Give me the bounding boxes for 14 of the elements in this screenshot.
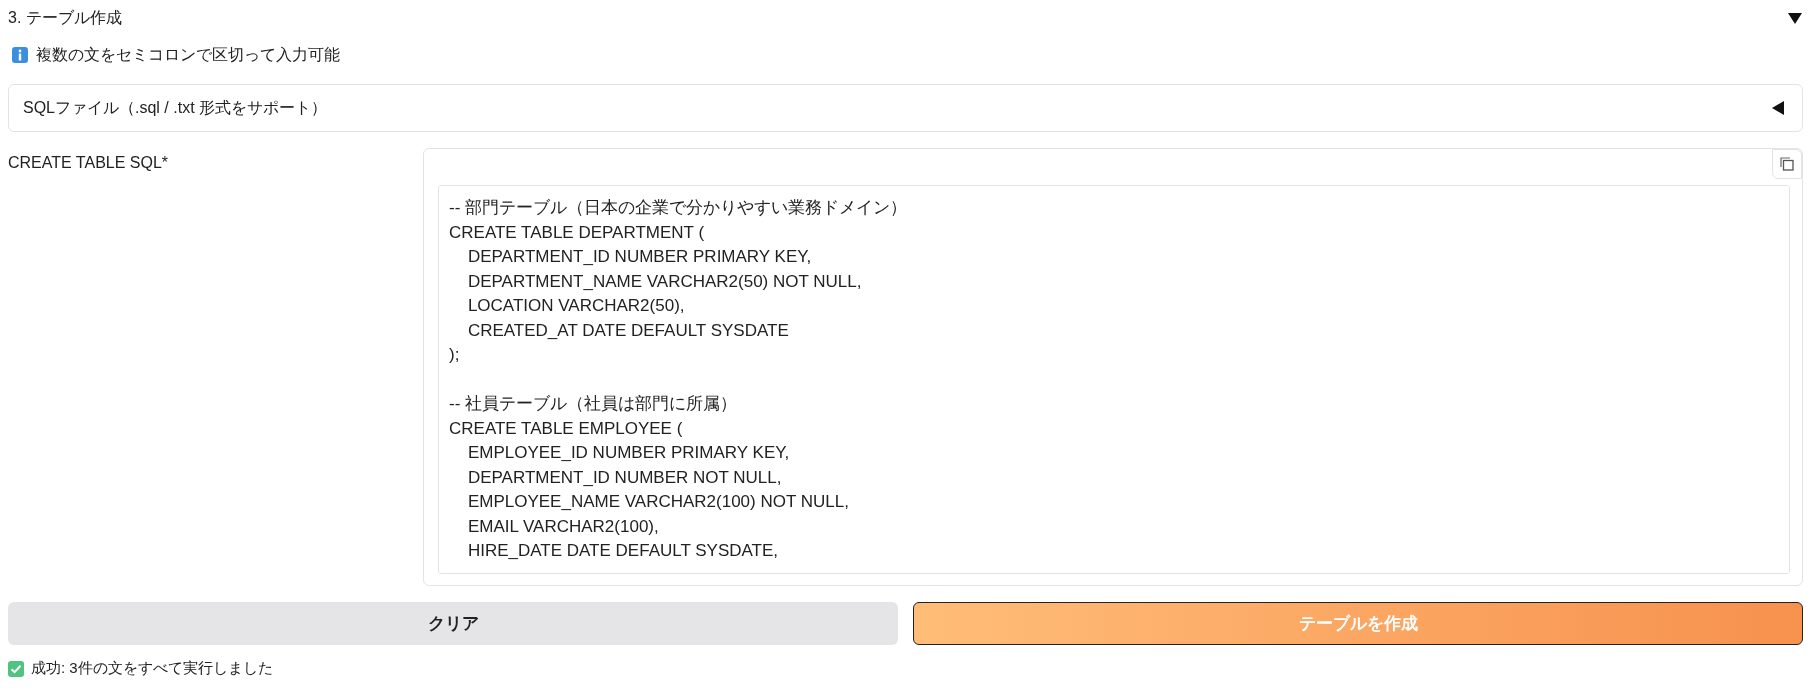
collapse-toggle-icon[interactable] <box>1787 10 1803 26</box>
field-label: CREATE TABLE SQL* <box>8 153 170 172</box>
clear-button[interactable]: クリア <box>8 602 898 645</box>
status-message: 成功: 3件の文をすべて実行しました <box>31 659 273 678</box>
check-icon <box>8 660 24 677</box>
section-title: 3. テーブル作成 <box>8 7 122 28</box>
expand-toggle-icon[interactable] <box>1770 100 1786 116</box>
info-text: 複数の文をセミコロンで区切って入力可能 <box>36 44 340 65</box>
file-upload-accordion[interactable]: SQLファイル（.sql / .txt 形式をサポート） <box>8 84 1803 132</box>
copy-icon <box>1780 157 1794 171</box>
info-icon <box>12 47 28 63</box>
copy-button[interactable] <box>1772 149 1802 179</box>
sql-input-field[interactable]: -- 部門テーブル（日本の企業で分かりやすい業務ドメイン） CREATE TABLE DEPARTMENT ( DEPARTMENT_ID NUMBER PRIMARY KEY, DEPARTMENT_NAME VARCHAR2(50) NOT NULL, LOCATION VARCHAR2(50), CREATED_AT DATE DEFAULT SYSDATE ); -- 社員テーブル（社員は部門に所属） CREATE TABLE EMPLOYEE ( EMPLOYEE_ID NUMBER PRIMARY KEY, DEPARTMENT_ID NUMBER NOT NULL, EMPLOYEE_NAME VARCHAR2(100) NOT NULL, EMAIL VARCHAR2(100), HIRE_DATE DATE DEFAULT SYSDATE, <box>438 185 1790 574</box>
accordion-label: SQLファイル（.sql / .txt 形式をサポート） <box>23 97 328 118</box>
